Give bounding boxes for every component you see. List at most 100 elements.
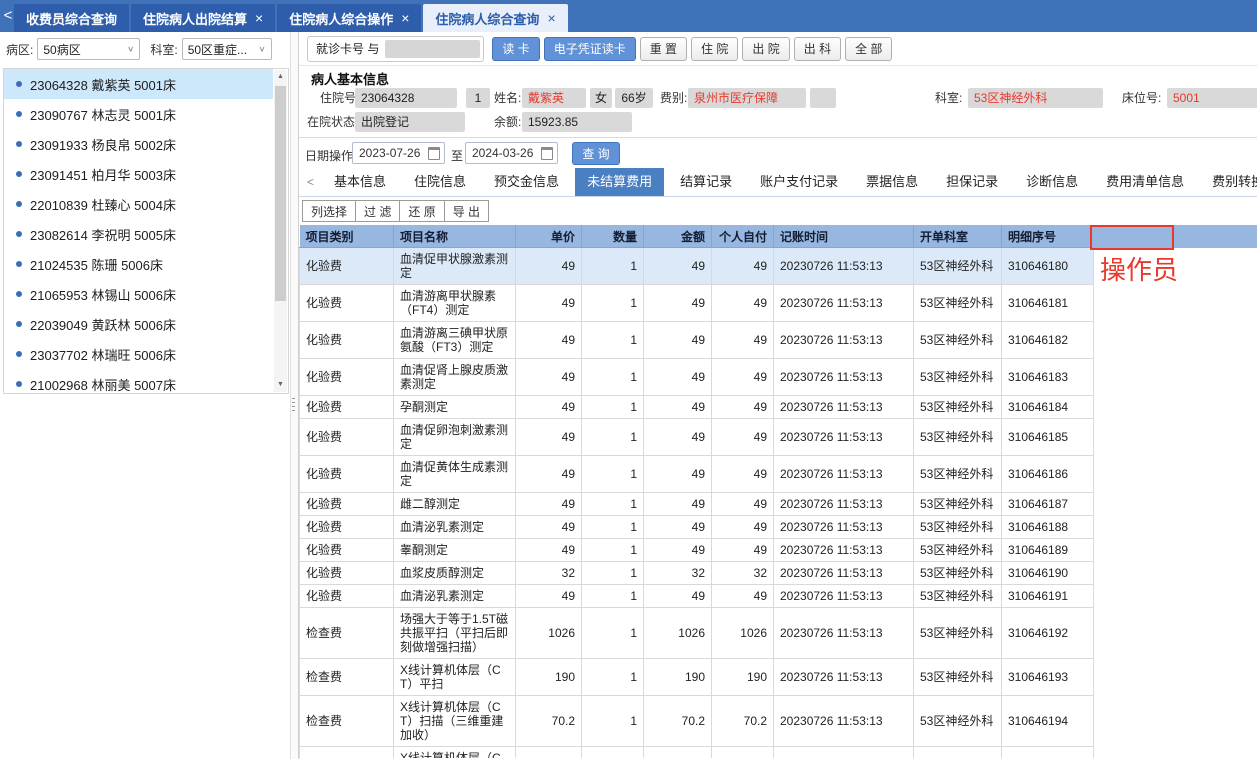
patient-list-item[interactable]: 22039049 黄跃林 5006床 (4, 309, 273, 339)
window-tab-discharge-settlement[interactable]: 住院病人出院结算 × (131, 4, 276, 32)
col-ordering-dept[interactable]: 开单科室 (913, 225, 1002, 248)
table-row[interactable]: 化验费 血清泌乳素测定 49 1 49 49 20230726 11:53:13 53区神经外… (299, 515, 1094, 539)
app-window: < 收费员综合查询 住院病人出院结算 × 住院病人综合操作 × 住院病人综合查询 × 病区:… (0, 0, 1257, 759)
inpatient-button[interactable]: 住 院 (691, 36, 739, 61)
detail-tab-diagnosis-info[interactable]: 诊断信息 (1014, 168, 1090, 196)
table-cell: 310646181 (1001, 284, 1094, 322)
panel-splitter[interactable] (290, 32, 299, 759)
window-tab-inpatient-query[interactable]: 住院病人综合查询 × (423, 4, 568, 32)
table-row[interactable]: 检查费 X线计算机体层（CT）平扫 190 1 190 190 20230726 11:53… (299, 658, 1094, 696)
window-tab-label: 住院病人综合查询 (435, 11, 540, 27)
detail-tab-hospitalization-info[interactable]: 住院信息 (402, 168, 478, 196)
scroll-up-icon[interactable]: ▲ (274, 70, 287, 84)
scrollbar-thumb[interactable] (275, 86, 286, 301)
patient-basic-info: 病人基本信息 住院号: 23064328 1 姓名: 戴紫英 女 66岁 费别:… (299, 66, 1257, 138)
patient-list-scrollbar[interactable]: ▲ ▼ (274, 70, 287, 392)
scroll-down-icon[interactable]: ▼ (274, 378, 287, 392)
e-certificate-read-card-button[interactable]: 电子凭证读卡 (543, 36, 636, 61)
patient-list-item[interactable]: 23064328 戴紫英 5001床 (4, 69, 273, 99)
patient-list-item[interactable]: 21024535 陈珊 5006床 (4, 249, 273, 279)
col-unit-price[interactable]: 单价 (515, 225, 582, 248)
col-item-name[interactable]: 项目名称 (393, 225, 516, 248)
detail-tab-basic-info[interactable]: 基本信息 (322, 168, 398, 196)
window-tab-inpatient-operation[interactable]: 住院病人综合操作 × (277, 4, 422, 32)
detail-tab-account-payment-records[interactable]: 账户支付记录 (748, 168, 850, 196)
table-row[interactable]: 化验费 血清游离甲状腺素（FT4）测定 49 1 49 49 20230726 11:53:… (299, 284, 1094, 322)
back-chevron-icon[interactable]: < (2, 2, 14, 30)
restore-button[interactable]: 还 原 (399, 200, 445, 222)
ward-select[interactable]: 50病区 ∨ (37, 38, 141, 60)
all-button[interactable]: 全 部 (845, 36, 893, 61)
patient-list-item[interactable]: 23091933 杨良帛 5002床 (4, 129, 273, 159)
detail-tab-fee-list-info[interactable]: 费用清单信息 (1094, 168, 1196, 196)
main-layout: 病区: 50病区 ∨ 科室: 50区重症... ∨ 23064328 戴紫英 5… (0, 32, 1257, 759)
table-row[interactable]: 化验费 血清促甲状腺激素测定 49 1 49 49 20230726 11:53:13 53区… (299, 247, 1094, 285)
calendar-icon[interactable] (541, 146, 553, 160)
col-amount[interactable]: 金额 (643, 225, 712, 248)
detail-tab-guarantee-records[interactable]: 担保记录 (934, 168, 1010, 196)
patient-list-item[interactable]: 22010839 杜臻心 5004床 (4, 189, 273, 219)
table-row[interactable]: 化验费 血清泌乳素测定 49 1 49 49 20230726 11:53:13 53区神经外… (299, 584, 1094, 608)
calendar-icon[interactable] (428, 146, 440, 160)
reset-button[interactable]: 重 置 (639, 36, 688, 61)
table-cell: 20230726 11:53:13 (773, 395, 914, 419)
export-button[interactable]: 导 出 (443, 200, 490, 222)
table-row[interactable]: 化验费 孕酮测定 49 1 49 49 20230726 11:53:13 53区神经外科 31… (299, 395, 1094, 419)
table-cell: 49 (711, 418, 774, 456)
patient-list-item[interactable]: 23082614 李祝明 5005床 (4, 219, 273, 249)
date-to-input[interactable]: 2024-03-26 (465, 142, 558, 164)
table-row[interactable]: 化验费 血清促肾上腺皮质激素测定 49 1 49 49 20230726 11:53:13 5… (299, 358, 1094, 396)
fee-type-label: 费别: (660, 91, 688, 105)
table-row[interactable]: 化验费 血清促黄体生成素测定 49 1 49 49 20230726 11:53:13 53区… (299, 455, 1094, 493)
table-row[interactable]: 检查费 场强大于等于1.5T磁共振平扫（平扫后即刻做增强扫描） 1026 1 1026 1… (299, 607, 1094, 659)
table-row[interactable]: 检查费 X线计算机体层（CT）扫描（三维重建加收） 70.2 1 70.2 70.2 202… (299, 695, 1094, 747)
tab-scroll-left-icon[interactable]: < (307, 175, 314, 189)
patient-list-item[interactable]: 21002968 林丽美 5007床 (4, 369, 273, 393)
table-header-row: 项目类别 项目名称 单价 数量 金额 个人自付 记账时间 开单科室 明细序号 (299, 225, 1094, 248)
window-tab-cashier-query[interactable]: 收费员综合查询 (14, 4, 130, 32)
read-card-button[interactable]: 读 卡 (492, 36, 540, 61)
card-number-input[interactable] (385, 39, 481, 58)
discharge-button[interactable]: 出 院 (742, 36, 790, 61)
detail-tab-prepayment-info[interactable]: 预交金信息 (482, 168, 571, 196)
detail-tab-invoice-info[interactable]: 票据信息 (854, 168, 930, 196)
date-query-row: 日期操作: 2023-07-26 至 2024-03-26 查 询 (299, 138, 1257, 168)
out-of-dept-button[interactable]: 出 科 (793, 36, 842, 61)
table-row[interactable]: 化验费 睾酮测定 49 1 49 49 20230726 11:53:13 53区神经外科 31… (299, 538, 1094, 562)
patient-label: 23064328 戴紫英 5001床 (30, 77, 176, 93)
col-billing-time[interactable]: 记账时间 (773, 225, 914, 248)
col-item-category[interactable]: 项目类别 (299, 225, 394, 248)
table-row[interactable]: 化验费 血清游离三碘甲状原氨酸（FT3）测定 49 1 49 49 20230726 11:… (299, 321, 1094, 359)
table-cell: 310646191 (1001, 584, 1094, 608)
tab-close-icon[interactable]: × (401, 11, 409, 25)
patient-list-item[interactable]: 23091451 柏月华 5003床 (4, 159, 273, 189)
table-cell: 1 (581, 492, 644, 516)
patient-list-item[interactable]: 21065953 林锡山 5006床 (4, 279, 273, 309)
table-cell: 场强大于等于1.5T磁共振平扫（平扫后即刻做增强扫描） (393, 607, 516, 659)
column-select-button[interactable]: 列选择 (302, 200, 357, 222)
table-row[interactable]: 化验费 雌二醇测定 49 1 49 49 20230726 11:53:13 53区神经外科 3… (299, 492, 1094, 516)
detail-tab-fee-type-conversion[interactable]: 费别转换记录 (1200, 168, 1257, 196)
dept-select[interactable]: 50区重症... ∨ (181, 38, 272, 60)
table-cell: 53区神经外科 (913, 455, 1002, 493)
table-cell: 1 (581, 358, 644, 396)
detail-tab-settlement-records[interactable]: 结算记录 (668, 168, 744, 196)
table-cell: 49 (711, 584, 774, 608)
table-row[interactable]: X线计算机体层（CT） (299, 746, 1094, 758)
table-row[interactable]: 化验费 血浆皮质醇测定 32 1 32 32 20230726 11:53:13 53区神经外… (299, 561, 1094, 585)
filter-button[interactable]: 过 滤 (355, 200, 401, 222)
col-quantity[interactable]: 数量 (581, 225, 644, 248)
ward-select-value: 50病区 (43, 42, 81, 57)
table-row[interactable]: 化验费 血清促卵泡刺激素测定 49 1 49 49 20230726 11:53:13 53区… (299, 418, 1094, 456)
col-self-pay[interactable]: 个人自付 (711, 225, 774, 248)
tab-close-icon[interactable]: × (255, 11, 263, 25)
tab-close-icon[interactable]: × (547, 11, 555, 25)
date-from-input[interactable]: 2023-07-26 (352, 142, 445, 164)
col-detail-seq[interactable]: 明细序号 (1001, 225, 1094, 248)
table-cell: 化验费 (299, 455, 394, 493)
patient-list-items: 23064328 戴紫英 5001床 23090767 林志灵 5001床 2309… (4, 69, 288, 393)
query-button[interactable]: 查 询 (572, 142, 620, 165)
detail-tab-unsettled-fees[interactable]: 未结算费用 (575, 168, 665, 196)
patient-list-item[interactable]: 23090767 林志灵 5001床 (4, 99, 273, 129)
patient-list-item[interactable]: 23037702 林瑞旺 5006床 (4, 339, 273, 369)
